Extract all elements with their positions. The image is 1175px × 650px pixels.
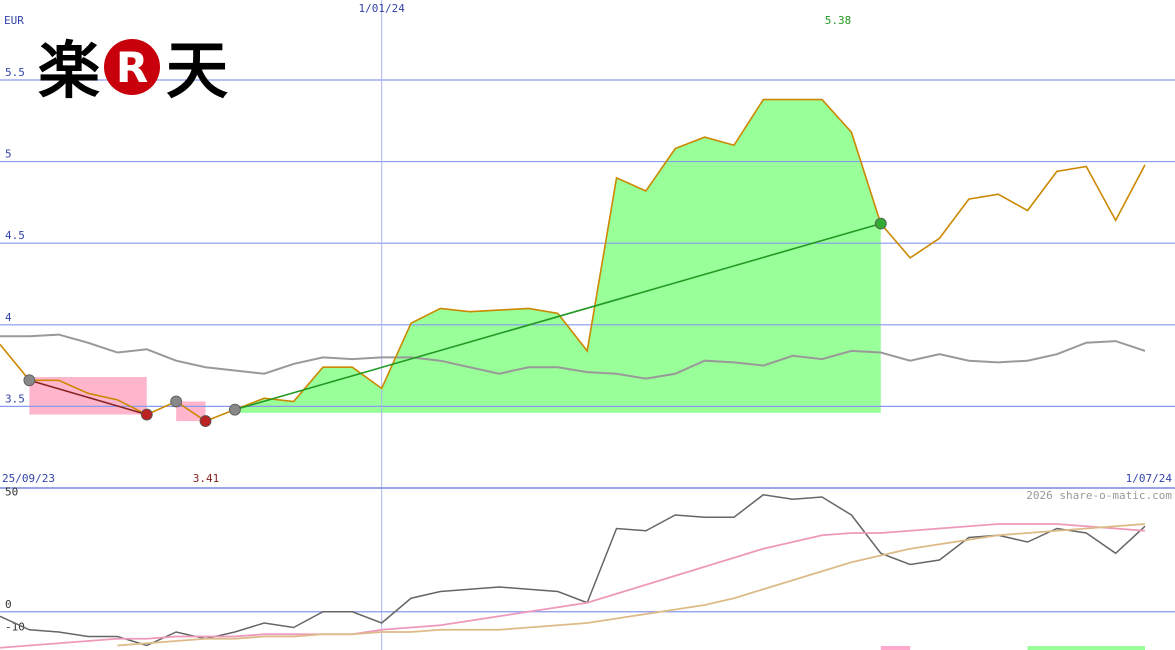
trade-marker-3 (199, 415, 212, 427)
indicator-series-0 (0, 493, 1146, 647)
indicator-bar-0 (880, 646, 911, 650)
trade-marker-0 (23, 374, 36, 387)
lower-y-tick-label-1: 0 (5, 598, 12, 611)
trade-marker-5 (874, 217, 887, 230)
company-logo: 楽 R 天 (38, 34, 228, 107)
logo-circle-glyph: R (116, 43, 148, 92)
lower-y-tick-label-0: 50 (5, 485, 18, 498)
x-date-label-2: 1/07/24 (1126, 472, 1173, 485)
trade-marker-2 (170, 395, 183, 408)
trade-marker-4 (228, 403, 241, 416)
chart-canvas: 3.544.555.5500-1025/09/231/01/241/07/24 … (0, 0, 1175, 650)
y-tick-label-3: 5 (5, 148, 12, 161)
holding-zone-area (234, 99, 881, 413)
low-price-label: 3.41 (193, 472, 220, 485)
indicator-series-1 (0, 523, 1146, 649)
logo-right-glyph: 天 (166, 34, 228, 107)
y-tick-label-2: 4.5 (5, 229, 25, 242)
y-tick-label-0: 3.5 (5, 392, 25, 405)
y-tick-label-1: 4 (5, 311, 12, 324)
indicator-series-2 (117, 523, 1146, 647)
credit-label: 2026 share-o-matic.com (1026, 489, 1172, 502)
logo-left-glyph: 楽 (38, 34, 100, 107)
y-tick-label-4: 5.5 (5, 66, 25, 79)
x-date-label-1: 1/01/24 (358, 2, 405, 15)
high-price-label: 5.38 (825, 14, 852, 27)
indicator-bar-1 (1027, 646, 1145, 650)
currency-label: EUR (4, 14, 24, 27)
trade-marker-1 (140, 408, 153, 421)
x-date-label-0: 25/09/23 (2, 472, 55, 485)
